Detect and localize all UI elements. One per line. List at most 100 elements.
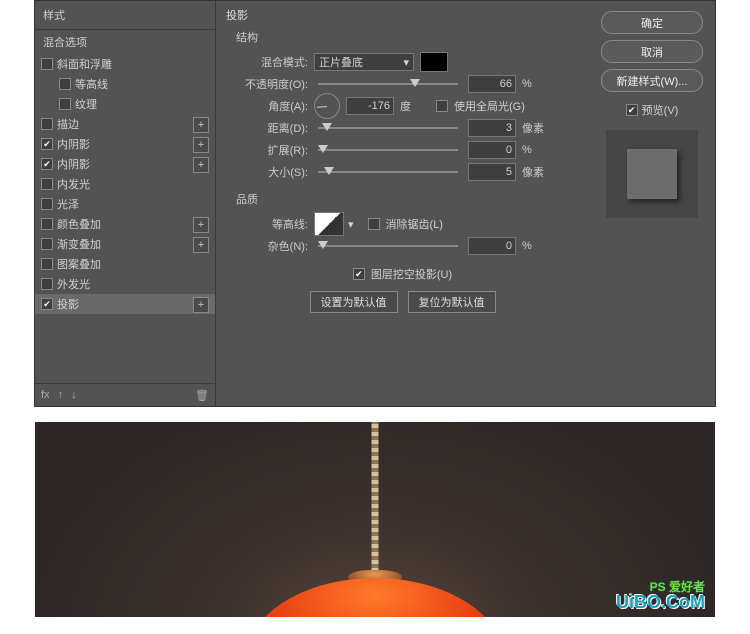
style-row-7[interactable]: 光泽 [35,194,215,214]
style-row-9[interactable]: 渐变叠加 + [35,234,215,254]
preview-row: 预览(V) [626,102,679,118]
preview-label: 预览(V) [642,102,679,118]
opacity-label: 不透明度(O): [226,76,308,92]
angle-dial[interactable] [314,93,340,119]
quality-heading: 品质 [226,191,579,207]
global-light-checkbox[interactable] [436,100,448,112]
lamp-shade [245,578,505,617]
add-effect-button[interactable]: + [193,297,209,313]
contour-picker[interactable] [314,212,344,236]
style-row-10[interactable]: 图案叠加 [35,254,215,274]
style-row-4[interactable]: 内阴影+ [35,134,215,154]
reset-default-button[interactable]: 复位为默认值 [408,291,496,313]
size-row: 大小(S): 5 像素 [226,161,579,183]
style-checkbox[interactable] [41,118,53,130]
watermark-text: UiBO.CoM [616,592,705,613]
preview-checkbox[interactable] [626,104,638,116]
add-effect-button[interactable]: + [193,137,209,153]
styles-panel: 样式 混合选项 斜面和浮雕等高线纹理描边+内阴影+内阴影+内发光光泽颜色叠加+渐… [35,1,216,406]
distance-slider[interactable] [318,127,458,129]
add-effect-button[interactable]: + [193,237,209,253]
opacity-slider[interactable] [318,83,458,85]
style-label: 渐变叠加 [57,236,101,252]
spread-input[interactable]: 0 [468,141,516,159]
style-label: 颜色叠加 [57,216,101,232]
arrow-down-icon[interactable]: ↓ [71,389,77,401]
style-checkbox[interactable] [41,58,53,70]
antialias-checkbox[interactable] [368,218,380,230]
noise-unit: % [522,240,552,252]
style-label: 斜面和浮雕 [57,56,112,72]
make-default-button[interactable]: 设置为默认值 [310,291,398,313]
style-row-1[interactable]: 等高线 [35,74,215,94]
distance-row: 距离(D): 3 像素 [226,117,579,139]
angle-input[interactable]: -176 [346,97,394,115]
style-checkbox[interactable] [41,278,53,290]
style-row-8[interactable]: 颜色叠加 + [35,214,215,234]
blend-mode-row: 混合模式: 正片叠底 ▾ [226,51,579,73]
style-checkbox[interactable] [59,98,71,110]
style-label: 光泽 [57,196,79,212]
distance-input[interactable]: 3 [468,119,516,137]
style-row-11[interactable]: 外发光 [35,274,215,294]
chevron-down-icon[interactable]: ▾ [348,218,354,231]
add-effect-button[interactable]: + [193,117,209,133]
style-row-2[interactable]: 纹理 [35,94,215,114]
arrow-up-icon[interactable]: ↑ [58,389,64,401]
knockout-checkbox[interactable] [353,268,365,280]
style-checkbox[interactable] [41,158,53,170]
style-label: 投影 [57,296,79,312]
style-checkbox[interactable] [41,218,53,230]
style-row-0[interactable]: 斜面和浮雕 [35,54,215,74]
antialias-label: 消除锯齿(L) [386,216,443,232]
style-label: 纹理 [75,96,97,112]
style-checkbox[interactable] [41,178,53,190]
contour-row: 等高线: ▾ 消除锯齿(L) [226,213,579,235]
layer-style-dialog: 样式 混合选项 斜面和浮雕等高线纹理描边+内阴影+内阴影+内发光光泽颜色叠加+渐… [34,0,716,407]
distance-unit: 像素 [522,120,552,136]
style-checkbox[interactable] [59,78,71,90]
style-checkbox[interactable] [41,138,53,150]
blend-mode-dropdown[interactable]: 正片叠底 ▾ [314,53,414,71]
styles-footer: fx ↑ ↓ 🗑 [35,383,215,406]
right-panel: 确定 取消 新建样式(W)... 预览(V) [589,1,715,406]
style-checkbox[interactable] [41,238,53,250]
fx-icon[interactable]: fx [41,389,50,401]
style-row-6[interactable]: 内发光 [35,174,215,194]
styles-header: 样式 [35,1,215,30]
angle-unit: 度 [400,98,430,114]
style-checkbox[interactable] [41,198,53,210]
noise-label: 杂色(N): [226,238,308,254]
preview-box [606,130,698,218]
spread-unit: % [522,144,552,156]
size-slider[interactable] [318,171,458,173]
trash-icon[interactable]: 🗑 [195,389,209,402]
noise-slider[interactable] [318,245,458,247]
add-effect-button[interactable]: + [193,157,209,173]
style-checkbox[interactable] [41,258,53,270]
knockout-label: 图层挖空投影(U) [371,266,452,282]
style-label: 内阴影 [57,156,90,172]
noise-input[interactable]: 0 [468,237,516,255]
style-row-12[interactable]: 投影 + [35,294,215,314]
spread-slider[interactable] [318,149,458,151]
noise-row: 杂色(N): 0 % [226,235,579,257]
opacity-input[interactable]: 66 [468,75,516,93]
size-unit: 像素 [522,164,552,180]
blending-options-row[interactable]: 混合选项 [35,30,215,54]
new-style-button[interactable]: 新建样式(W)... [601,69,703,92]
result-preview: PS 爱好者 UiBO.CoM [35,422,715,617]
add-effect-button[interactable]: + [193,217,209,233]
shadow-color-swatch[interactable] [420,52,448,72]
style-row-3[interactable]: 描边+ [35,114,215,134]
style-label: 等高线 [75,76,108,92]
style-checkbox[interactable] [41,298,53,310]
distance-label: 距离(D): [226,120,308,136]
size-input[interactable]: 5 [468,163,516,181]
style-row-5[interactable]: 内阴影 + [35,154,215,174]
blend-mode-value: 正片叠底 [319,54,363,70]
ok-button[interactable]: 确定 [601,11,703,34]
cancel-button[interactable]: 取消 [601,40,703,63]
angle-label: 角度(A): [226,98,308,114]
style-label: 内发光 [57,176,90,192]
